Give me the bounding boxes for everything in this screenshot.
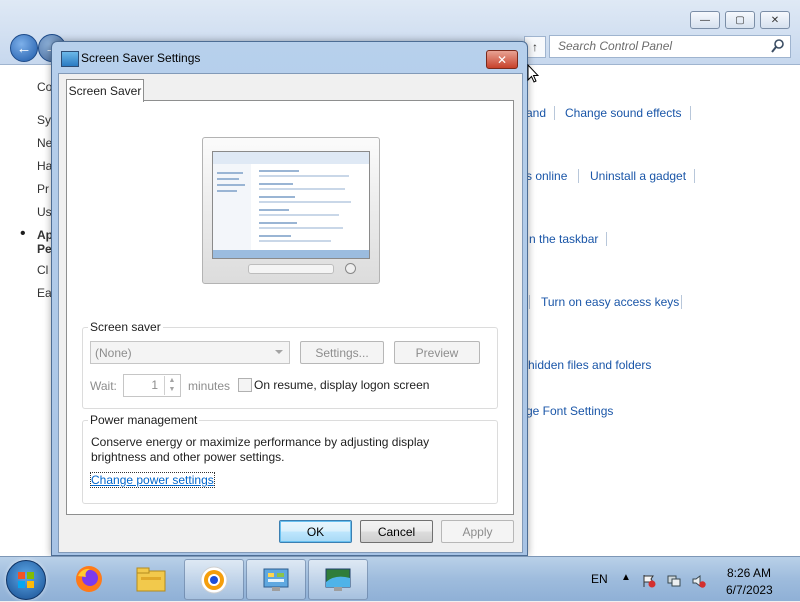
link-separator xyxy=(690,106,691,120)
language-indicator[interactable]: EN xyxy=(591,572,608,586)
sidebar-item[interactable]: Cl xyxy=(37,263,48,277)
chevron-down-icon xyxy=(275,350,283,354)
spin-arrows-icon[interactable]: ▲ ▼ xyxy=(164,376,179,395)
clock-date[interactable]: 6/7/2023 xyxy=(726,583,773,597)
action-center-flag-icon[interactable] xyxy=(642,574,656,588)
wait-label: Wait: xyxy=(90,379,117,393)
cursor-icon xyxy=(527,64,539,83)
sidebar-item[interactable]: Sy xyxy=(37,113,51,127)
close-icon[interactable]: ✕ xyxy=(486,50,518,69)
volume-muted-icon[interactable] xyxy=(692,574,706,588)
sidebar-item[interactable]: Us xyxy=(37,205,52,219)
screen-saver-selected: (None) xyxy=(95,346,132,360)
ok-button[interactable]: OK xyxy=(279,520,352,543)
resume-label: On resume, display logon screen xyxy=(254,378,430,392)
link-separator xyxy=(694,169,695,183)
preview-button[interactable]: Preview xyxy=(394,341,480,364)
power-group-title: Power management xyxy=(88,413,200,427)
power-led-icon xyxy=(345,263,356,274)
maximize-button[interactable]: ▢ xyxy=(725,11,755,29)
network-icon[interactable] xyxy=(667,574,681,588)
control-panel-icon xyxy=(263,568,289,591)
search-placeholder: Search Control Panel xyxy=(558,39,673,53)
sidebar-item[interactable]: Pr xyxy=(37,182,49,196)
link-separator xyxy=(578,169,579,183)
window-controls: — ▢ ✕ xyxy=(690,11,790,29)
tab-panel: Screen saver (None) Settings... Preview … xyxy=(66,100,514,515)
cancel-button[interactable]: Cancel xyxy=(360,520,433,543)
sidebar-item-selected-line2: Pe xyxy=(37,242,52,256)
task-link[interactable]: ge Font Settings xyxy=(526,404,613,418)
start-orb[interactable] xyxy=(6,560,46,600)
selected-bullet-icon: • xyxy=(20,225,26,242)
task-link[interactable]: Turn on easy access keys xyxy=(541,295,679,309)
screen-saver-select[interactable]: (None) xyxy=(90,341,290,364)
link-separator xyxy=(554,106,555,120)
wait-minutes-stepper[interactable]: 1 ▲ ▼ xyxy=(123,374,181,397)
screen-saver-dialog: Screen Saver Settings ✕ Screen Saver Scr… xyxy=(51,41,528,556)
taskbar: EN ▲ 8:26 AM 6/7/2023 xyxy=(0,556,800,601)
wait-value: 1 xyxy=(151,378,158,392)
resume-checkbox[interactable] xyxy=(238,378,252,392)
taskbar-firefox[interactable] xyxy=(60,559,118,598)
search-icon[interactable] xyxy=(770,37,786,55)
preview-screen xyxy=(212,151,370,259)
task-link[interactable]: and xyxy=(526,106,546,120)
task-link[interactable]: s online xyxy=(526,169,567,183)
sidebar-item[interactable]: Ea xyxy=(37,286,52,300)
task-link[interactable]: n the taskbar xyxy=(529,232,598,246)
clock-time[interactable]: 8:26 AM xyxy=(727,566,771,580)
monitor-icon xyxy=(61,51,79,67)
dialog-body: Screen Saver Screen saver (None) Setting… xyxy=(58,73,523,553)
link-separator xyxy=(681,295,682,309)
chromium-icon xyxy=(200,566,228,593)
back-icon[interactable]: ← xyxy=(10,34,38,62)
taskbar-screen-saver[interactable] xyxy=(308,559,368,600)
search-box[interactable]: Search Control Panel xyxy=(549,35,791,58)
task-link[interactable]: Uninstall a gadget xyxy=(590,169,686,183)
taskbar-file-explorer[interactable] xyxy=(122,559,180,598)
show-hidden-icons-icon[interactable]: ▲ xyxy=(621,572,631,583)
taskbar-chromium[interactable] xyxy=(184,559,244,600)
dialog-title: Screen Saver Settings xyxy=(81,51,201,65)
link-separator xyxy=(529,295,530,309)
screen-saver-icon xyxy=(325,568,351,591)
taskbar-control-panel[interactable] xyxy=(246,559,306,600)
control-panel-sidebar: Co Sy Ne Ha Pr Us • Ap Pe Cl Ea xyxy=(0,65,55,556)
monitor-stand xyxy=(248,264,334,274)
screen-saver-group-title: Screen saver xyxy=(88,320,163,334)
preview-monitor xyxy=(202,137,380,284)
windows-logo-icon xyxy=(18,572,34,588)
settings-button[interactable]: Settings... xyxy=(300,341,384,364)
link-separator xyxy=(606,232,607,246)
power-description-line2: brightness and other power settings. xyxy=(91,450,285,464)
task-link[interactable]: Change sound effects xyxy=(565,106,682,120)
minimize-button[interactable]: — xyxy=(690,11,720,29)
apply-button[interactable]: Apply xyxy=(441,520,514,543)
close-window-button[interactable]: ✕ xyxy=(760,11,790,29)
change-power-settings-link[interactable]: Change power settings xyxy=(90,472,215,488)
tab-screen-saver[interactable]: Screen Saver xyxy=(66,79,144,102)
task-link[interactable]: hidden files and folders xyxy=(528,358,651,372)
power-description-line1: Conserve energy or maximize performance … xyxy=(91,435,430,449)
minutes-label: minutes xyxy=(188,379,231,393)
firefox-icon xyxy=(76,565,102,592)
file-explorer-icon xyxy=(136,567,166,591)
